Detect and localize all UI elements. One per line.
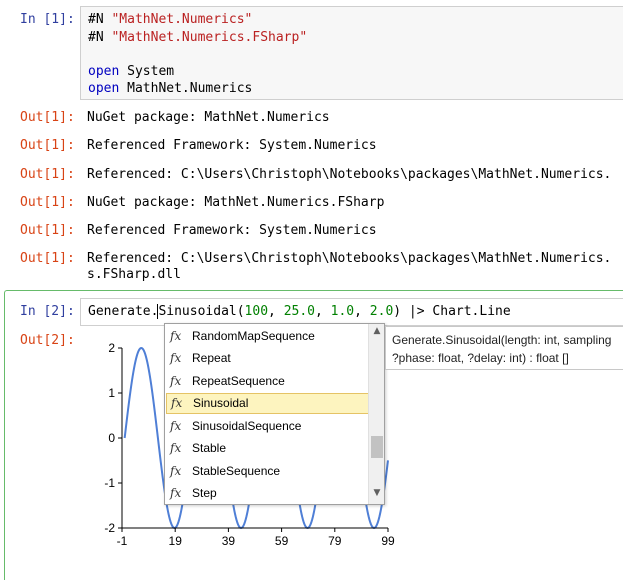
cell2-in-prompt: In [2]:: [20, 304, 75, 319]
autocomplete-item[interactable]: fx Sinusoidal: [166, 392, 369, 414]
keyword: open: [88, 64, 120, 79]
x-tick-label: 99: [381, 534, 395, 548]
code-line-2: #N "MathNet.Numerics.FSharp": [88, 30, 307, 45]
autocomplete-item[interactable]: fx StableSequence: [166, 460, 369, 481]
autocomplete-item[interactable]: fx SinusoidalSequence: [166, 415, 369, 436]
y-tick-label: -2: [104, 521, 115, 535]
code-text: Generate.: [88, 304, 159, 319]
autocomplete-item[interactable]: fx Step: [166, 483, 369, 504]
cell1-in-prompt: In [1]:: [20, 12, 75, 27]
keyword: open: [88, 81, 120, 96]
code-text: ,: [268, 304, 284, 319]
code-line-5: open MathNet.Numerics: [88, 81, 252, 96]
number-literal: 2.0: [369, 304, 394, 319]
function-icon: fx: [171, 396, 183, 410]
number-literal: 100: [244, 304, 269, 319]
output-text: Referenced Framework: System.Numerics: [87, 138, 377, 153]
number-literal: 25.0: [283, 304, 315, 319]
function-icon: fx: [170, 328, 182, 343]
x-tick-label: 79: [328, 534, 342, 548]
function-icon: fx: [170, 373, 182, 388]
module-name: MathNet.Numerics: [127, 81, 253, 96]
x-tick-label: 59: [275, 534, 289, 548]
autocomplete-item[interactable]: fx RepeatSequence: [166, 370, 369, 391]
x-tick-label: 39: [222, 534, 236, 548]
code-text: ,: [354, 304, 370, 319]
output-text: Referenced: C:\Users\Christoph\Notebooks…: [87, 251, 612, 266]
number-literal: 1.0: [330, 304, 355, 319]
code-text: ,: [315, 304, 331, 319]
signature-tooltip: Generate.Sinusoidal(length: int, samplin…: [385, 326, 623, 370]
autocomplete-item-label: Stable: [192, 441, 227, 455]
code-line-4: open System: [88, 64, 174, 79]
autocomplete-item-label: Sinusoidal: [193, 396, 249, 410]
directive: #N: [88, 30, 104, 45]
autocomplete-item-label: Repeat: [192, 351, 231, 365]
autocomplete-item[interactable]: fx RandomMapSequence: [166, 325, 369, 346]
y-tick-label: -1: [104, 476, 115, 490]
string-literal: "MathNet.Numerics": [111, 12, 253, 27]
string-literal: "MathNet.Numerics.FSharp": [111, 30, 308, 45]
output-text: Referenced Framework: System.Numerics: [87, 223, 377, 238]
function-icon: fx: [170, 351, 182, 365]
output-text: NuGet package: MathNet.Numerics: [87, 110, 330, 125]
autocomplete-scrollbar[interactable]: ▲ ▼: [368, 324, 384, 504]
module-name: System: [127, 64, 175, 79]
autocomplete-item[interactable]: fx Stable: [166, 438, 369, 459]
out-prompt: Out[1]:: [20, 223, 75, 238]
code-line-1: Generate.Sinusoidal(100, 25.0, 1.0, 2.0)…: [88, 304, 511, 319]
directive: #N: [88, 12, 104, 27]
tooltip-signature-line2: ?phase: float, ?delay: int) : float []: [392, 351, 569, 365]
autocomplete-item-label: SinusoidalSequence: [192, 418, 302, 433]
out-prompt: Out[1]:: [20, 167, 75, 182]
autocomplete-item-label: Step: [192, 486, 217, 500]
code-text: ) |> Chart.Line: [393, 304, 511, 319]
out-prompt: Out[1]:: [20, 138, 75, 153]
code-text: Sinusoidal(: [158, 304, 245, 319]
scroll-up-arrow-icon[interactable]: ▲: [372, 326, 382, 340]
output-text-continued: s.FSharp.dll: [87, 267, 181, 282]
autocomplete-popup[interactable]: fx RandomMapSequence fx Repeat fx RepeatSeque…: [164, 323, 385, 505]
x-tick-label: 19: [169, 534, 183, 548]
autocomplete-item-label: RandomMapSequence: [192, 328, 315, 343]
y-tick-label: 0: [108, 431, 115, 445]
output-text: Referenced: C:\Users\Christoph\Notebooks…: [87, 167, 612, 182]
y-tick-label: 2: [108, 341, 115, 355]
autocomplete-item-label: RepeatSequence: [192, 373, 285, 388]
cell1-code-editor[interactable]: #N "MathNet.Numerics" #N "MathNet.Numeri…: [80, 6, 623, 100]
autocomplete-item[interactable]: fx Repeat: [166, 348, 369, 369]
y-tick-label: 1: [108, 386, 115, 400]
cell2-code-editor[interactable]: Generate.Sinusoidal(100, 25.0, 1.0, 2.0)…: [80, 298, 623, 326]
out-prompt: Out[1]:: [20, 251, 75, 266]
function-icon: fx: [170, 463, 182, 478]
tooltip-signature-line1: Generate.Sinusoidal(length: int, samplin…: [392, 333, 612, 347]
function-icon: fx: [170, 418, 182, 433]
autocomplete-item-label: StableSequence: [192, 463, 281, 478]
out-prompt: Out[1]:: [20, 110, 75, 125]
function-icon: fx: [170, 441, 182, 455]
scroll-down-arrow-icon[interactable]: ▼: [372, 488, 382, 502]
x-tick-label: -1: [117, 534, 128, 548]
code-line-1: #N "MathNet.Numerics": [88, 12, 252, 27]
function-icon: fx: [170, 486, 182, 500]
scrollbar-thumb[interactable]: [371, 436, 383, 458]
out-prompt: Out[1]:: [20, 195, 75, 210]
output-text: NuGet package: MathNet.Numerics.FSharp: [87, 195, 385, 210]
